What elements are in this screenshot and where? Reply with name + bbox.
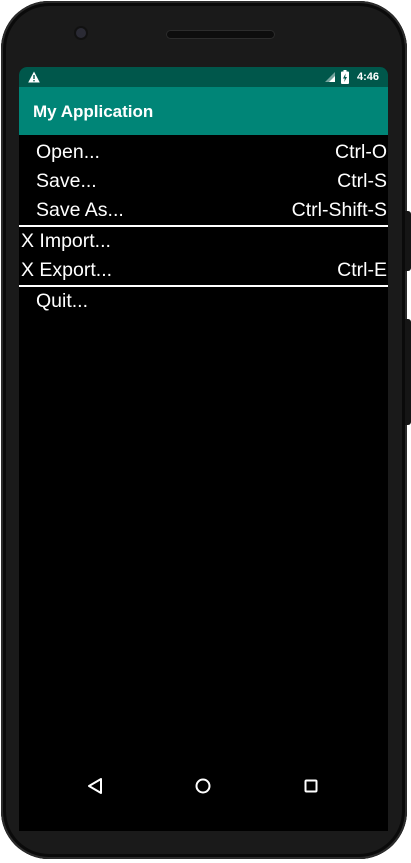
screen: 4:46 My Application Open... Ctrl-O Save.… [19, 67, 388, 831]
menu-item-save-as[interactable]: Save As... Ctrl-Shift-S [19, 196, 388, 225]
menu-item-label: Save As... [36, 199, 124, 221]
status-bar: 4:46 [19, 67, 388, 87]
menu-item-label: Quit... [36, 290, 89, 312]
power-button [405, 211, 411, 271]
menu-item-save[interactable]: Save... Ctrl-S [19, 167, 388, 196]
home-icon[interactable] [193, 776, 213, 796]
menu-item-open[interactable]: Open... Ctrl-O [19, 138, 388, 167]
earpiece-speaker [166, 30, 275, 39]
menu-item-label: X Export... [21, 259, 113, 281]
recents-icon[interactable] [301, 776, 321, 796]
navigation-bar [19, 758, 388, 814]
menu-item-label: Save... [36, 170, 97, 192]
menu-item-import[interactable]: X Import... [19, 227, 388, 256]
menu-item-export[interactable]: X Export... Ctrl-E [19, 256, 388, 285]
warning-icon [28, 71, 40, 83]
status-time: 4:46 [357, 71, 380, 83]
menu-item-label: Open... [36, 141, 100, 163]
menu-list: Open... Ctrl-O Save... Ctrl-S Save As...… [19, 138, 388, 316]
menu-item-shortcut: Ctrl-Shift-S [291, 199, 387, 221]
front-camera [76, 28, 86, 38]
app-title: My Application [33, 102, 154, 121]
battery-icon [341, 70, 349, 84]
menu-item-shortcut: Ctrl-O [335, 141, 387, 163]
volume-button [405, 319, 411, 425]
back-icon[interactable] [86, 776, 106, 796]
menu-item-shortcut: Ctrl-E [337, 259, 387, 281]
signal-icon [325, 72, 335, 82]
menu-item-shortcut: Ctrl-S [337, 170, 387, 192]
app-bar: My Application [19, 87, 388, 135]
menu-item-label: X Import... [21, 230, 111, 252]
menu-item-quit[interactable]: Quit... [19, 287, 388, 316]
